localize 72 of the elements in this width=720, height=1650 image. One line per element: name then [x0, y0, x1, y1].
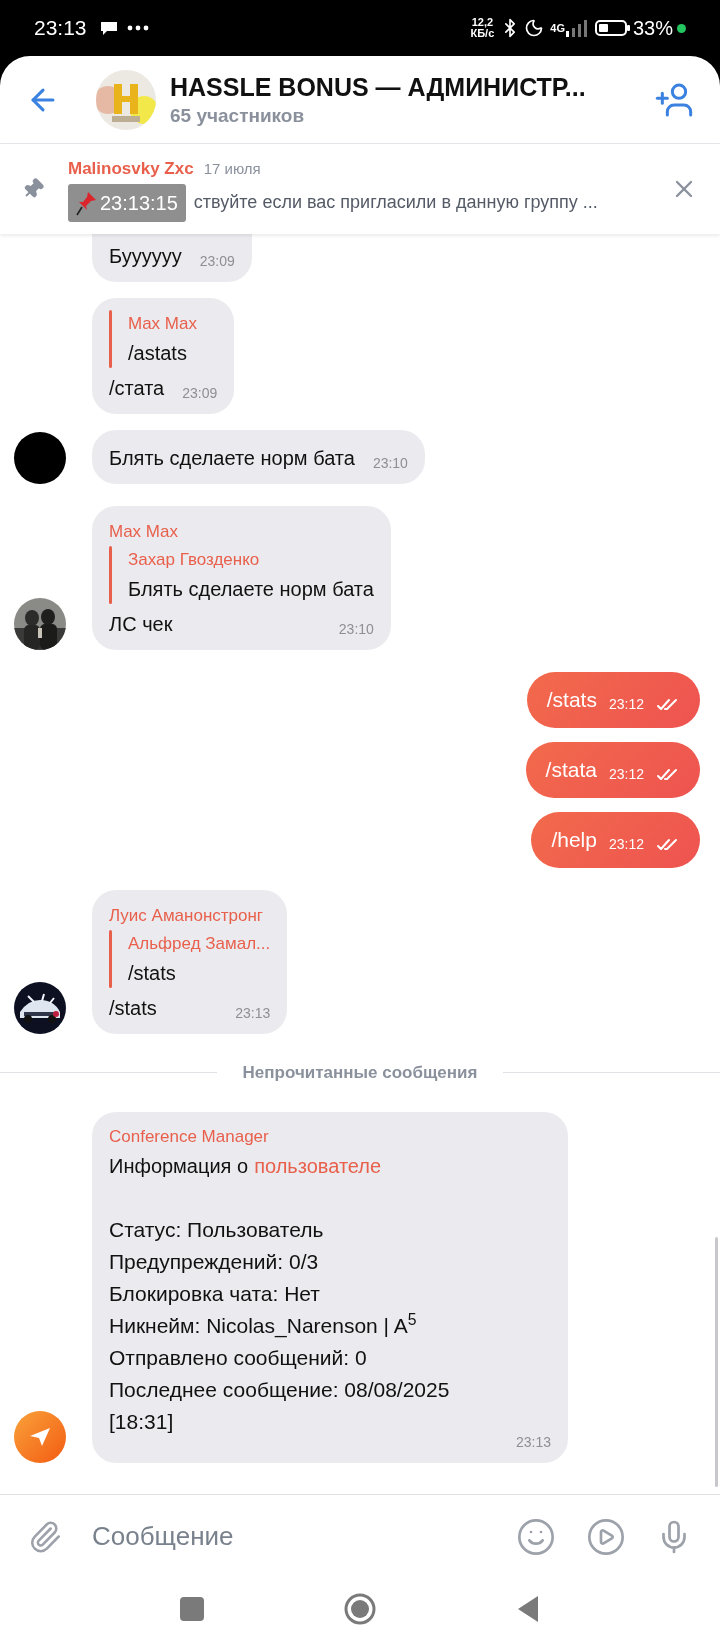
message-time: 23:13 — [235, 1004, 271, 1023]
message-text: /help — [551, 827, 597, 854]
message-bubble[interactable]: Max Max /astats /стата 23:09 — [92, 298, 235, 414]
message-time: 23:12 — [608, 834, 644, 854]
reply-author: Альфред Замал... — [128, 933, 271, 955]
message-bubble[interactable]: Max Max Захар Гвозденко Блять сделаете норм бата ЛС чек 23:10 — [92, 506, 391, 650]
pushpin-icon — [76, 189, 98, 216]
message-text: /stata — [545, 757, 597, 784]
double-check-icon — [656, 697, 680, 711]
clock: 23:13 — [34, 15, 87, 42]
message-bubble[interactable]: Блять сделаете норм бата 23:10 — [92, 430, 425, 484]
emoji-icon[interactable] — [516, 1516, 556, 1557]
speed-value: 12,2 — [471, 17, 494, 28]
message-line: Блокировка чата: Нет — [109, 1280, 321, 1307]
pinned-author: Malinosvky Zxc — [68, 158, 194, 181]
message-line: Отправлено сообщений: 0 — [109, 1344, 368, 1371]
attach-icon[interactable] — [28, 1519, 62, 1554]
message-field[interactable]: Сообщение — [92, 1517, 486, 1556]
message-text: /stats — [109, 996, 157, 1021]
message-time: 23:10 — [372, 454, 408, 473]
network-type: 4G — [550, 20, 565, 36]
more-icon — [126, 25, 149, 31]
reply-text: /stats — [128, 961, 177, 986]
message-time: 23:09 — [199, 252, 235, 271]
message-line: Предупреждений: 0/3 — [109, 1248, 320, 1275]
message-line: Последнее сообщение: 08/08/2025 [18:31] — [109, 1376, 451, 1435]
bot-avatar[interactable] — [14, 1410, 66, 1463]
reply-text: /astats — [128, 341, 188, 366]
reply-author: Захар Гвозденко — [128, 549, 261, 571]
timestamp-text: 23:13:15 — [100, 190, 178, 216]
double-check-icon — [656, 837, 680, 851]
message-time: 23:12 — [608, 764, 644, 784]
chat-title: HASSLE BONUS — АДМИНИСТР... — [170, 71, 587, 103]
message-line: Статус: Пользователь — [109, 1216, 325, 1243]
sender-name: Conference Manager — [109, 1125, 270, 1148]
paper-plane-icon — [28, 1425, 52, 1448]
signal-icon — [564, 19, 587, 37]
message-bubble[interactable]: Луис Аманонстронг Альфред Замал... /stats /stats 23:13 — [92, 890, 288, 1034]
double-check-icon — [656, 767, 680, 781]
moon-icon — [524, 18, 545, 38]
message-text: /стата — [109, 376, 165, 401]
message-time: 23:13 — [515, 1432, 551, 1452]
avatar[interactable] — [14, 432, 66, 484]
home-button[interactable] — [344, 1593, 376, 1625]
message-text: ЛС чек — [109, 612, 173, 637]
back-button[interactable] — [516, 1595, 540, 1623]
speed-unit: КБ/с — [470, 28, 495, 39]
play-icon[interactable] — [586, 1516, 626, 1557]
message-time: 23:09 — [182, 384, 218, 403]
message-time: 23:12 — [608, 694, 644, 714]
message-text: /stats — [546, 687, 597, 714]
sender-name: Луис Аманонстронг — [109, 905, 265, 927]
pinned-date: 17 июля — [203, 159, 261, 180]
message-line: Никнейм: Nicolas_Narenson | A$^{5}$ — [109, 1309, 418, 1340]
chat-bubble-icon — [98, 20, 119, 36]
sender-name: Max Max — [109, 521, 179, 543]
message-text: Блять сделаете норм бата — [109, 446, 355, 471]
message-time: 23:10 — [338, 620, 374, 639]
reply-author: Max Max — [128, 313, 197, 335]
battery-icon — [594, 19, 631, 37]
message-heading: Информация о — [109, 1153, 249, 1179]
battery-level: 33% — [632, 16, 673, 41]
reply-bar — [109, 546, 112, 604]
message-bubble[interactable]: Буууууу 23:09 — [92, 234, 252, 282]
pinned-text: ствуйте если вас пригласили в данную группу ... — [193, 191, 598, 215]
recent-apps-button[interactable] — [180, 1597, 204, 1621]
reply-bar — [109, 930, 112, 988]
reply-bar — [109, 310, 112, 368]
member-count: 65 участников — [170, 103, 306, 128]
message-text: Буууууу — [109, 244, 182, 269]
unread-divider-label: Непрочитанные сообщения — [242, 1062, 478, 1084]
reply-text: Блять сделаете норм бата — [128, 577, 374, 602]
